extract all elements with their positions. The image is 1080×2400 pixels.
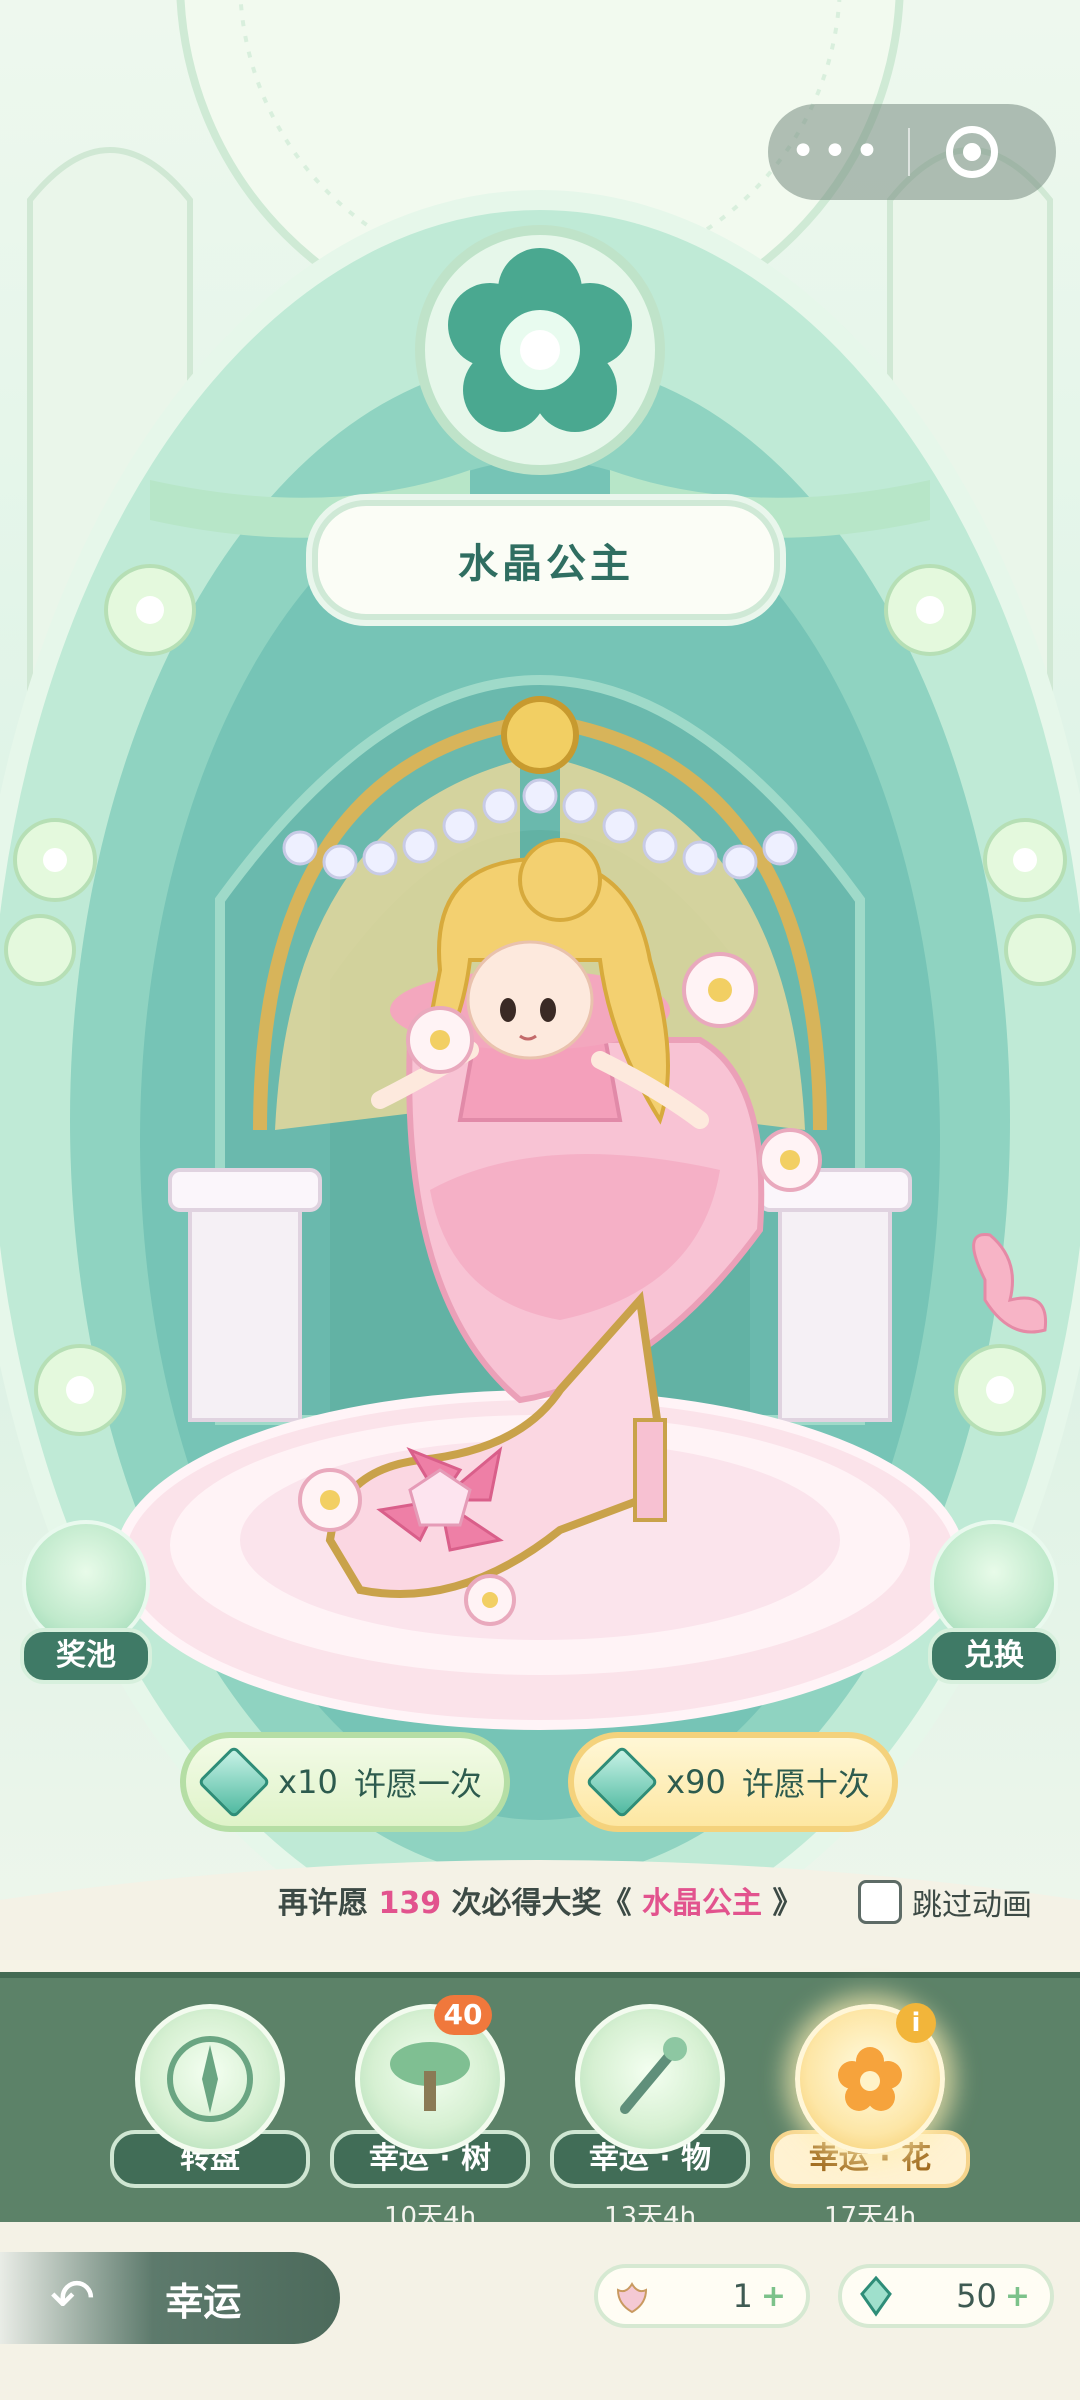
notice-prize: 水晶公主 bbox=[641, 1886, 762, 1921]
lotus-token-icon bbox=[616, 2282, 648, 2314]
tab-lucky-tree-badge: 40 bbox=[434, 1995, 492, 2035]
notice-suffix: 》 bbox=[772, 1886, 803, 1921]
add-lotus-icon[interactable]: + bbox=[761, 2279, 786, 2314]
tab-wheel[interactable]: 转盘 bbox=[110, 2004, 310, 2188]
crystal-gem-icon bbox=[197, 1745, 271, 1819]
skip-animation-toggle[interactable]: 跳过动画 bbox=[858, 1880, 1032, 1924]
exchange-button[interactable]: 兑换 bbox=[928, 1520, 1060, 1684]
skip-animation-label: 跳过动画 bbox=[912, 1888, 1032, 1923]
wish-once-label: 许愿一次 bbox=[353, 1765, 482, 1803]
back-label: 幸运 bbox=[165, 2279, 242, 2324]
crystal-gem-icon bbox=[860, 2275, 892, 2317]
wish-ten-cost: x90 bbox=[666, 1763, 726, 1801]
target-close-icon[interactable] bbox=[946, 126, 998, 178]
gem-balance[interactable]: 50 + bbox=[838, 2264, 1054, 2328]
brush-glyph bbox=[620, 2037, 687, 2114]
mini-program-capsule: ••• bbox=[768, 104, 1056, 200]
wish-ten-label: 许愿十次 bbox=[741, 1765, 870, 1803]
prize-pool-button[interactable]: 奖池 bbox=[20, 1520, 152, 1684]
back-arrow-icon: ↶ bbox=[50, 2266, 96, 2330]
tab-lucky-item[interactable]: 幸运 · 物 13天4h bbox=[550, 2004, 750, 2233]
gem-value: 50 bbox=[956, 2277, 997, 2315]
add-gem-icon[interactable]: + bbox=[1005, 2279, 1030, 2314]
exchange-label: 兑换 bbox=[928, 1628, 1060, 1684]
lotus-token-value: 1 bbox=[732, 2277, 753, 2315]
notice-middle: 次必得大奖《 bbox=[451, 1886, 632, 1921]
skip-animation-checkbox[interactable] bbox=[858, 1880, 902, 1924]
tab-lucky-flower[interactable]: i 幸运 · 花 17天4h bbox=[770, 2003, 970, 2233]
capsule-divider bbox=[908, 128, 910, 176]
tab-lucky-tree[interactable]: 40 幸运 · 树 10天4h bbox=[330, 1995, 530, 2233]
stage-artwork bbox=[0, 0, 1080, 1960]
banner-title: 水晶公主 bbox=[312, 500, 780, 620]
lotus-token-balance[interactable]: 1 + bbox=[594, 2264, 810, 2328]
bottom-bar: ↶ 幸运 1 + 50 + bbox=[0, 2222, 1080, 2400]
event-tab-bar: 转盘 40 幸运 · 树 10天4h 幸运 · 物 13天4h i 幸运 · 花… bbox=[0, 1972, 1080, 2232]
prize-pool-label: 奖池 bbox=[20, 1628, 152, 1684]
compass-glyph bbox=[167, 2036, 253, 2122]
wish-once-cost: x10 bbox=[278, 1763, 338, 1801]
more-dots-icon[interactable]: ••• bbox=[768, 104, 908, 200]
notice-prefix: 再许愿 bbox=[278, 1886, 368, 1921]
gacha-stage: ••• 水晶公主 奖池 兑换 x10 许愿一次 x90 许愿十次 再许愿 139… bbox=[0, 0, 1080, 1960]
compass-icon bbox=[135, 2004, 285, 2154]
notice-count: 139 bbox=[378, 1886, 442, 1921]
info-icon[interactable]: i bbox=[896, 2003, 936, 2043]
flower-icon: i bbox=[795, 2003, 945, 2154]
wish-once-button[interactable]: x10 许愿一次 bbox=[180, 1732, 510, 1832]
wish-ten-button[interactable]: x90 许愿十次 bbox=[568, 1732, 898, 1832]
back-button[interactable]: ↶ 幸运 bbox=[0, 2252, 340, 2344]
brush-icon bbox=[575, 2004, 725, 2154]
crystal-gem-icon bbox=[585, 1745, 659, 1819]
guarantee-notice: 再许愿 139 次必得大奖《 水晶公主 》 bbox=[278, 1878, 802, 1922]
bonsai-tree-icon: 40 bbox=[355, 1995, 505, 2154]
